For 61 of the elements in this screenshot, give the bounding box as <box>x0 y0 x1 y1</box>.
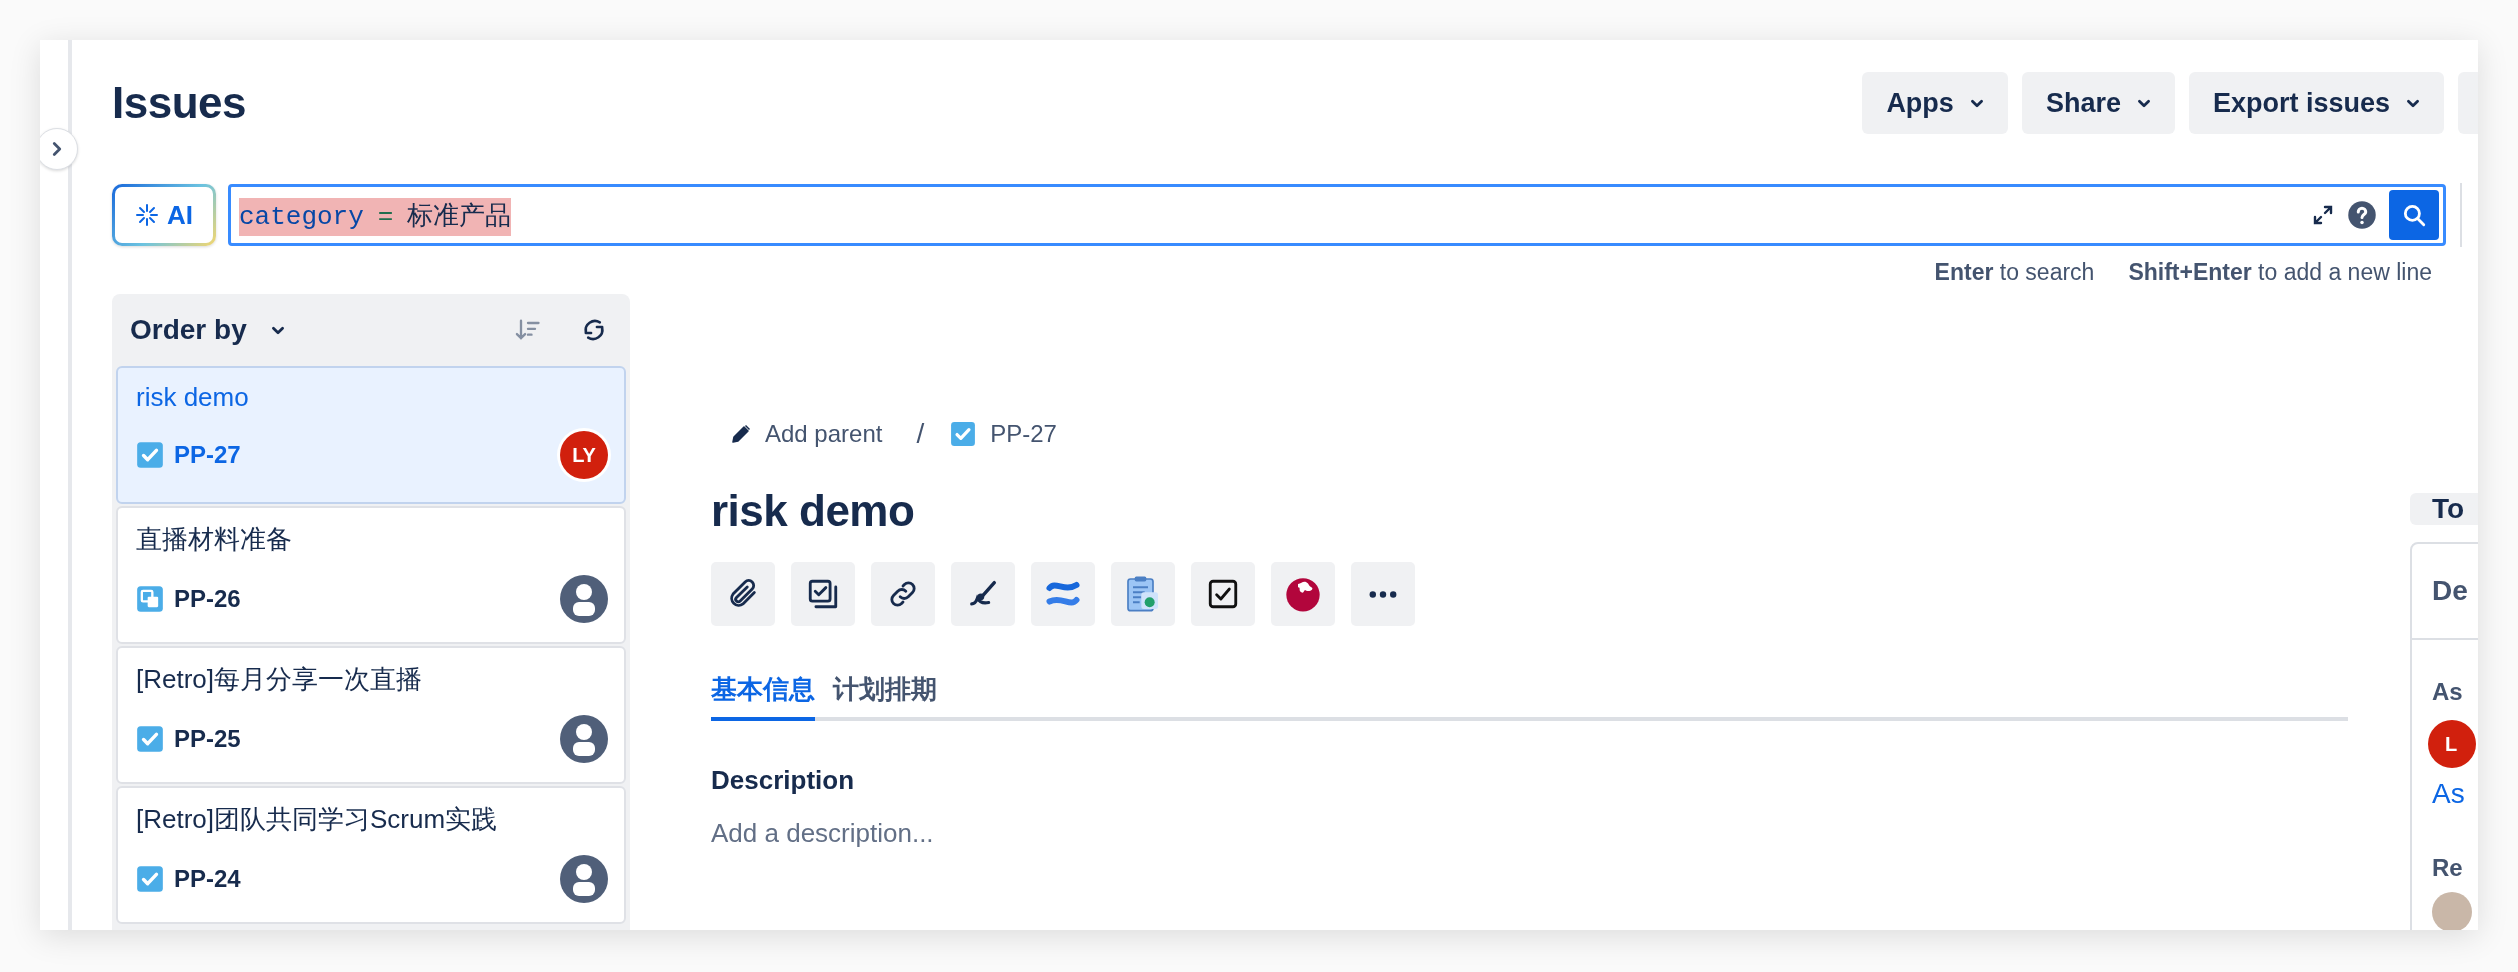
toolbar-button[interactable] <box>791 562 855 626</box>
task-icon <box>950 421 977 447</box>
more-icon <box>1369 590 1397 598</box>
issue-key: PP-25 <box>174 725 550 753</box>
ai-button[interactable]: AI <box>112 184 216 246</box>
breadcrumb-separator: / <box>916 418 925 450</box>
issue-title: risk demo <box>136 382 250 413</box>
toolbar-button[interactable] <box>1271 562 1335 626</box>
add-parent-button[interactable]: Add parent <box>711 420 903 448</box>
toolbar-button[interactable] <box>951 562 1015 626</box>
keyboard-hint: Enter to search <box>1934 259 2095 286</box>
search-button[interactable] <box>2389 190 2439 240</box>
description-field[interactable]: Add a description... <box>711 818 934 849</box>
issue-key: PP-24 <box>174 865 550 893</box>
issue-title: risk demo <box>711 486 916 536</box>
order-by-dropdown[interactable]: Order by <box>130 314 476 346</box>
pencil-icon <box>729 422 753 446</box>
expand-sidebar-button[interactable] <box>40 128 78 170</box>
task-icon <box>136 725 164 753</box>
issue-key: PP-26 <box>174 585 550 613</box>
field-label: Re <box>2432 854 2463 882</box>
header-dropdown-button[interactable]: Apps <box>1862 72 2008 134</box>
task-icon <box>136 865 164 893</box>
issue-key: PP-27 <box>174 441 550 469</box>
issue-title: 直播材料准备 <box>136 523 293 556</box>
description-label: Description <box>711 765 856 796</box>
toolbar-button[interactable] <box>711 562 775 626</box>
panel-header: De <box>2432 575 2468 607</box>
issue-title: [Retro]每月分享一次直播 <box>136 663 424 696</box>
unassigned-avatar-icon <box>560 855 608 903</box>
issue-card[interactable]: 直播材料准备 PP-26 <box>116 506 626 644</box>
toolbar-button[interactable] <box>871 562 935 626</box>
assignee-avatar: LY <box>560 431 608 479</box>
issue-key-link[interactable]: PP-27 <box>990 420 1057 448</box>
panel-button[interactable]: To <box>2410 493 2478 525</box>
subtask-icon <box>136 585 164 613</box>
sparkle-icon <box>135 203 159 227</box>
search-icon <box>2401 202 2427 228</box>
unassigned-avatar-icon <box>560 575 608 623</box>
issue-card[interactable]: [Retro]每月分享一次直播 PP-25 <box>116 646 626 784</box>
unassigned-avatar-icon <box>560 715 608 763</box>
header-dropdown-button[interactable]: Export issues <box>2188 72 2444 134</box>
detail-tab[interactable]: 基本信息 <box>711 666 815 721</box>
field-label: As <box>2432 678 2463 706</box>
keyboard-hint: Shift+Enter to add a new line <box>2128 259 2432 286</box>
task-icon <box>136 441 164 469</box>
assignee-avatar: L <box>2428 720 2476 768</box>
query-field[interactable]: category = 标准产品 <box>228 184 2446 246</box>
checkbox-icon <box>1206 577 1240 611</box>
expand-icon[interactable] <box>2311 203 2335 227</box>
header-dropdown-button[interactable]: Share <box>2021 72 2175 134</box>
avatar-placeholder <box>2432 892 2472 930</box>
help-icon[interactable] <box>2347 200 2377 230</box>
issue-title: [Retro]团队共同学习Scrum实践 <box>136 803 499 836</box>
toolbar-button[interactable] <box>1191 562 1255 626</box>
detail-tab[interactable]: 计划排期 <box>833 666 953 721</box>
issue-card[interactable]: [Retro]团队共同学习Scrum实践 PP-24 <box>116 786 626 924</box>
page-title: Issues <box>112 78 246 128</box>
assign-link[interactable]: As <box>2432 778 2465 810</box>
issue-card[interactable]: risk demo PP-27 LY <box>116 366 626 504</box>
checklist-icon <box>806 577 840 611</box>
